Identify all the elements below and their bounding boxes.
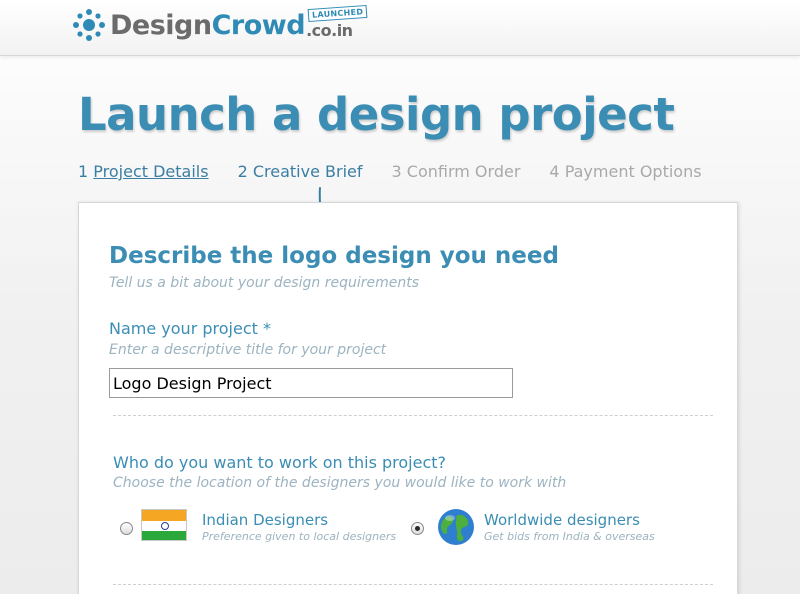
progress-steps: 1 Project Details 2 Creative Brief 3 Con…: [78, 162, 731, 181]
step-creative-brief: 2 Creative Brief: [238, 162, 363, 181]
indian-designers-title[interactable]: Indian Designers: [202, 511, 328, 529]
step-label: Payment Options: [564, 162, 702, 181]
section-title: Describe the logo design you need: [109, 243, 559, 269]
section-divider: [113, 415, 713, 416]
step-number: 1: [78, 162, 89, 181]
step-number: 3: [391, 162, 402, 181]
india-flag-icon: [141, 509, 187, 541]
indian-designers-subtitle: Preference given to local designers: [202, 530, 397, 543]
logo-starburst-icon: [73, 9, 105, 41]
step-confirm-order: 3 Confirm Order: [392, 162, 521, 181]
logo-design-text: Design: [110, 9, 212, 41]
site-header: DesignCrowd.co.in LAUNCHED: [0, 0, 800, 56]
project-name-input[interactable]: [109, 368, 513, 398]
globe-icon: [438, 509, 474, 545]
step-project-details[interactable]: 1 Project Details: [78, 162, 209, 181]
step-number: 4: [549, 162, 560, 181]
step-payment-options: 4 Payment Options: [549, 162, 701, 181]
launched-badge: LAUNCHED: [307, 4, 368, 23]
page-title: Launch a design project: [78, 88, 675, 141]
project-name-hint: Enter a descriptive title for your proje…: [109, 342, 387, 358]
worldwide-designers-title[interactable]: Worldwide designers: [484, 511, 640, 529]
designcrowd-logo[interactable]: DesignCrowd.co.in LAUNCHED: [72, 4, 368, 42]
step-number: 2: [237, 162, 248, 181]
logo-tld-text: .co.in: [306, 20, 353, 40]
indian-designers-radio[interactable]: [120, 522, 133, 535]
project-name-label: Name your project *: [109, 319, 271, 338]
worldwide-designers-radio[interactable]: [411, 522, 424, 535]
section-divider: [113, 584, 713, 585]
designer-location-question: Who do you want to work on this project?: [113, 453, 447, 472]
creative-brief-panel: Describe the logo design you need Tell u…: [78, 202, 738, 594]
logo-crowd-text: Crowd: [211, 9, 306, 41]
step-label: Confirm Order: [406, 162, 521, 181]
step-label[interactable]: Project Details: [93, 162, 208, 181]
designer-location-hint: Choose the location of the designers you…: [113, 475, 567, 491]
worldwide-designers-subtitle: Get bids from India & overseas: [484, 530, 655, 543]
step-label: Creative Brief: [252, 162, 363, 181]
section-subtitle: Tell us a bit about your design requirem…: [109, 275, 419, 291]
